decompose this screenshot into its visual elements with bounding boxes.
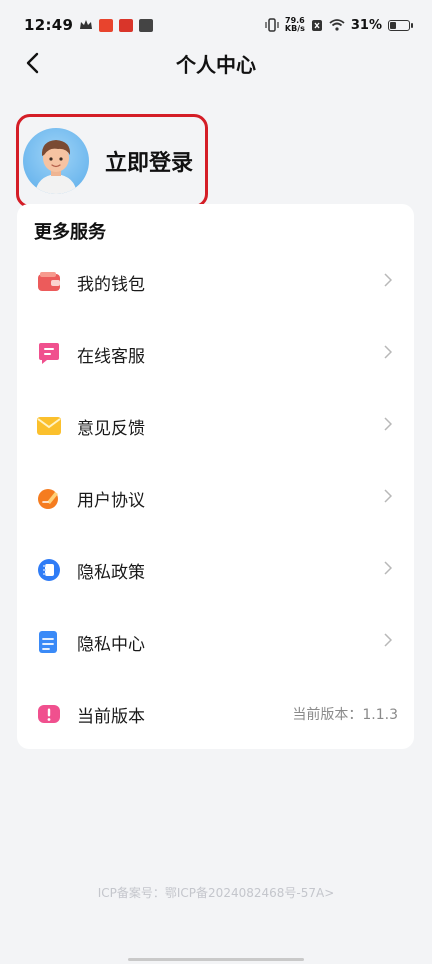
menu-item-privacy-policy[interactable]: 隐私政策 xyxy=(17,540,414,600)
alert-icon xyxy=(35,700,63,728)
back-arrow-icon xyxy=(26,52,39,74)
battery-percent: 31% xyxy=(350,17,382,33)
crown-icon xyxy=(80,20,93,29)
chevron-right-icon xyxy=(384,633,392,647)
wallet-icon xyxy=(35,268,63,296)
chevron-right-icon xyxy=(384,489,392,503)
page-title: 个人中心 xyxy=(176,52,256,77)
mail-icon xyxy=(35,412,63,440)
version-value: 当前版本：1.1.3 xyxy=(292,707,398,723)
menu-item-wallet[interactable]: 我的钱包 xyxy=(17,252,414,312)
menu-item-label: 隐私政策 xyxy=(77,562,145,583)
menu-item-user-agreement[interactable]: 用户协议 xyxy=(17,468,414,528)
icp-record-text[interactable]: ICP备案号：鄂ICP备2024082468号-57A> xyxy=(0,884,432,901)
avatar[interactable] xyxy=(23,128,89,194)
avatar-icon xyxy=(35,140,77,194)
document-icon xyxy=(35,628,63,656)
status-time: 12:49 xyxy=(24,16,74,34)
menu-item-label: 在线客服 xyxy=(77,346,145,367)
menu-item-feedback[interactable]: 意见反馈 xyxy=(17,396,414,456)
app-notification-icon xyxy=(99,18,114,32)
menu-item-label: 意见反馈 xyxy=(77,418,145,439)
chevron-right-icon xyxy=(384,345,392,359)
chat-icon xyxy=(35,340,63,368)
chevron-right-icon xyxy=(384,561,392,575)
menu-item-label: 我的钱包 xyxy=(77,274,145,295)
chevron-right-icon xyxy=(384,417,392,431)
vibrate-icon xyxy=(265,18,279,32)
app-notification-icon xyxy=(139,18,154,32)
menu-item-label: 当前版本 xyxy=(77,706,145,727)
status-right: 79.6 KB/s 31% xyxy=(265,17,413,33)
menu-item-privacy-center[interactable]: 隐私中心 xyxy=(17,612,414,672)
profile-login-area[interactable]: 立即登录 xyxy=(16,114,208,208)
network-speed-unit: KB/s xyxy=(284,24,305,33)
home-indicator[interactable] xyxy=(128,958,304,961)
menu-item-version: 当前版本 当前版本：1.1.3 xyxy=(17,684,414,744)
network-speed: 79.6 KB/s xyxy=(285,17,305,33)
menu-item-customer-service[interactable]: 在线客服 xyxy=(17,324,414,384)
battery-icon xyxy=(388,19,413,31)
chevron-right-icon xyxy=(384,273,392,287)
notebook-icon xyxy=(35,556,63,584)
login-link[interactable]: 立即登录 xyxy=(105,145,193,177)
back-button[interactable] xyxy=(18,48,48,78)
menu-item-label: 隐私中心 xyxy=(77,634,145,655)
wifi-icon xyxy=(329,19,345,31)
status-left: 12:49 xyxy=(24,16,154,34)
edit-icon xyxy=(35,484,63,512)
app-notification-icon xyxy=(119,18,134,32)
section-title: 更多服务 xyxy=(34,218,108,244)
services-card: 更多服务 我的钱包 在线客服 意见反馈 用户协议 隐私政策 隐私中心 当前版本 … xyxy=(17,204,414,749)
menu-item-label: 用户协议 xyxy=(77,490,145,511)
no-sim-icon xyxy=(311,19,322,31)
header: 个人中心 xyxy=(0,40,432,86)
